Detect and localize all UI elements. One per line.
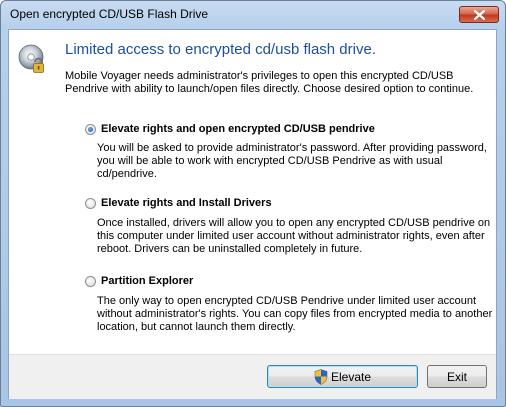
elevate-button-label: Elevate (330, 369, 372, 384)
page-heading: Limited access to encrypted cd/usb flash… (65, 41, 376, 58)
option-label[interactable]: Partition Explorer (101, 275, 193, 287)
dialog-content: Limited access to encrypted cd/usb flash… (8, 29, 497, 399)
option-description: Once installed, drivers will allow you t… (97, 217, 491, 255)
option-description: The only way to open encrypted CD/USB Pe… (97, 295, 493, 333)
exit-button-label: Exit (446, 369, 467, 384)
radio-partition-explorer[interactable] (85, 276, 96, 287)
dialog-window: Open encrypted CD/USB Flash Drive Limite… (0, 0, 506, 407)
option-label[interactable]: Elevate rights and Install Drivers (101, 197, 272, 209)
title-bar[interactable]: Open encrypted CD/USB Flash Drive (1, 1, 505, 29)
button-bar: Elevate Exit (9, 354, 496, 399)
uac-shield-icon (314, 368, 328, 385)
option-label[interactable]: Elevate rights and open encrypted CD/USB… (101, 123, 375, 135)
elevate-button[interactable]: Elevate (267, 365, 418, 388)
disc-lock-icon (18, 44, 44, 73)
intro-text: Mobile Voyager needs administrator's pri… (65, 70, 474, 95)
close-button[interactable] (459, 6, 499, 23)
radio-elevate-open[interactable] (85, 124, 96, 135)
radio-install-drivers[interactable] (85, 198, 96, 209)
option-description: You will be asked to provide administrat… (97, 142, 487, 180)
window-title: Open encrypted CD/USB Flash Drive (10, 7, 209, 21)
close-icon (474, 10, 485, 20)
exit-button[interactable]: Exit (427, 365, 487, 388)
